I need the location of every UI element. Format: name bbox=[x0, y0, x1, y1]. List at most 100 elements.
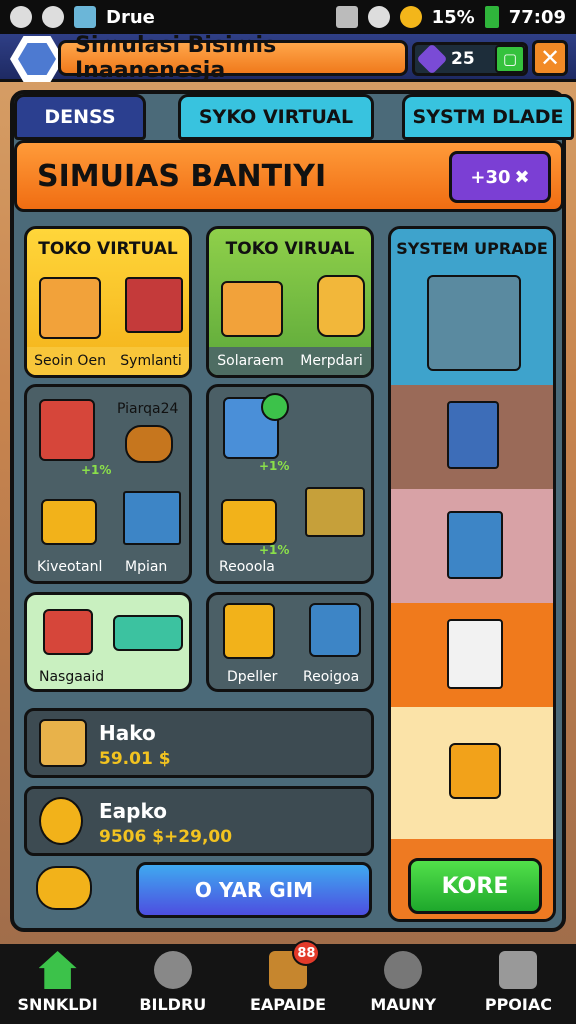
nav-compass[interactable]: MAUNY bbox=[346, 944, 461, 1024]
add-gems-button[interactable]: ▢ bbox=[495, 45, 525, 73]
puzzle-icon bbox=[499, 951, 538, 989]
boxes-icon bbox=[221, 281, 283, 337]
shop-icon bbox=[39, 277, 101, 339]
play-button[interactable]: O YAR GIM bbox=[136, 862, 372, 918]
nav-label: BILDRU bbox=[139, 995, 207, 1014]
books-icon bbox=[123, 491, 181, 545]
strip-left: Seoin Oen bbox=[34, 353, 106, 369]
photo-icon bbox=[74, 6, 96, 28]
app-logo-icon bbox=[10, 36, 64, 82]
alarm-icon bbox=[367, 6, 390, 28]
upgrade-slot-3[interactable] bbox=[391, 603, 553, 707]
bonus-label: +30 bbox=[470, 166, 511, 188]
shelf-icon bbox=[39, 399, 95, 461]
item-label: Piarqa24 bbox=[117, 401, 179, 417]
server-icon bbox=[447, 401, 499, 469]
crate-icon bbox=[39, 719, 87, 767]
section-title: SIMUIAS BANTIYI bbox=[37, 159, 327, 194]
upgrade-slot-1[interactable] bbox=[391, 385, 553, 489]
items-card-a[interactable]: Piarqa24 +1% Kiveotanl Mpian bbox=[24, 384, 192, 584]
pct-badge-top: +1% bbox=[259, 459, 290, 473]
chest-icon bbox=[449, 743, 501, 799]
more-button[interactable]: KORE bbox=[408, 858, 542, 914]
pct-badge: +1% bbox=[81, 463, 112, 477]
upgrade-header[interactable]: SYSTEM UPRADE bbox=[391, 229, 553, 385]
items-card-b[interactable]: +1% +1% Reooola bbox=[206, 384, 374, 584]
globe-icon bbox=[153, 951, 192, 989]
nav-chest[interactable]: 88 EAPAIDE bbox=[230, 940, 345, 1024]
basket-icon bbox=[125, 425, 173, 463]
clock-icon bbox=[42, 6, 64, 28]
nav-home[interactable]: SNNKLDI bbox=[0, 944, 115, 1024]
row-value: 59.01 $ bbox=[99, 749, 171, 769]
tab-syko-virtual[interactable]: SYKO VIRTUAL bbox=[178, 94, 374, 140]
key-icon bbox=[39, 797, 83, 845]
gem-counter[interactable]: 25 ▢ bbox=[412, 42, 528, 76]
resource-row[interactable]: Hako 59.01 $ bbox=[24, 708, 374, 778]
upgrade-slot-2[interactable] bbox=[391, 489, 553, 603]
strip-right: Symlanti bbox=[120, 353, 182, 369]
clock-text: 77:09 bbox=[508, 6, 566, 28]
section-header: SIMUIAS BANTIYI +30 ✖ bbox=[14, 140, 564, 212]
storage-icon bbox=[447, 511, 503, 579]
cart-icon bbox=[305, 487, 365, 537]
upgrade-title: SYSTEM UPRADE bbox=[396, 239, 548, 258]
card-title: TOKO VIRUAL bbox=[225, 239, 355, 259]
nfc-icon bbox=[335, 6, 358, 28]
nav-puzzle[interactable]: PPOIAC bbox=[461, 944, 576, 1024]
title-bar: Simulasi Bisimis Inaanenesja 25 ▢ ✕ bbox=[0, 33, 576, 83]
check-coin-icon bbox=[261, 393, 289, 421]
gems-pile-icon bbox=[36, 866, 92, 910]
nav-label: PPOIAC bbox=[484, 995, 552, 1014]
items-card-d[interactable]: Dpeller Reoigoa bbox=[206, 592, 374, 692]
status-bar: Drue 15% 77:09 bbox=[0, 0, 576, 34]
item-label-left: Dpeller bbox=[227, 669, 278, 685]
item-label-left: Kiveotanl bbox=[37, 559, 103, 575]
gem-icon bbox=[416, 43, 448, 75]
item-label-right: Reoigoa bbox=[303, 669, 360, 685]
signal-text: 15% bbox=[431, 6, 475, 28]
cart-icon bbox=[125, 277, 183, 333]
money-jar-icon bbox=[317, 275, 365, 337]
close-button[interactable]: ✕ bbox=[532, 40, 568, 76]
card-title: TOKO VIRTUAL bbox=[38, 239, 178, 259]
app-title: Simulasi Bisimis Inaanenesja bbox=[58, 33, 408, 83]
carrier-text: Drue bbox=[106, 6, 155, 28]
coin-icon bbox=[399, 6, 422, 28]
item-label: Nasgaaid bbox=[39, 669, 105, 685]
status-left: Drue bbox=[10, 6, 155, 28]
bottom-nav: SNNKLDI BILDRU 88 EAPAIDE MAUNY PPOIAC bbox=[0, 940, 576, 1024]
row-value: 9506 $+29,00 bbox=[99, 827, 233, 847]
notification-badge: 88 bbox=[292, 940, 321, 966]
status-right: 15% 77:09 bbox=[335, 6, 566, 28]
toko-virual-card[interactable]: TOKO VIRUAL Solaraem Merpdari bbox=[206, 226, 374, 378]
nav-label: EAPAIDE bbox=[249, 995, 327, 1014]
phone-icon bbox=[113, 615, 183, 651]
resource-row[interactable]: Eapko 9506 $+29,00 bbox=[24, 786, 374, 856]
nav-label: SNNKLDI bbox=[17, 995, 98, 1014]
safe-icon bbox=[221, 499, 277, 545]
items-card-c[interactable]: Nasgaaid bbox=[24, 592, 192, 692]
row-name: Hako bbox=[99, 721, 156, 745]
tab-bar: DENSS SYKO VIRTUAL SYSTM DLADE bbox=[10, 94, 574, 140]
battery-icon bbox=[484, 6, 499, 28]
card-strip: Solaraem Merpdari bbox=[209, 347, 371, 375]
gem-count: 25 bbox=[451, 49, 475, 69]
upgrade-slot-4[interactable] bbox=[391, 707, 553, 839]
tab-denss[interactable]: DENSS bbox=[14, 94, 146, 140]
nav-label: MAUNY bbox=[370, 995, 437, 1014]
nav-globe[interactable]: BILDRU bbox=[115, 944, 230, 1024]
bonus-button[interactable]: +30 ✖ bbox=[449, 151, 551, 203]
pct-badge-bottom: +1% bbox=[259, 543, 290, 557]
card-strip: Seoin Oen Symlanti bbox=[27, 347, 189, 375]
tools-icon: ✖ bbox=[514, 166, 530, 188]
row-name: Eapko bbox=[99, 799, 167, 823]
tab-system[interactable]: SYSTM DLADE bbox=[402, 94, 574, 140]
upgrade-box-icon bbox=[427, 275, 521, 371]
shield-icon bbox=[10, 6, 32, 28]
toko-virtual-card[interactable]: TOKO VIRTUAL Seoin Oen Symlanti bbox=[24, 226, 192, 378]
system-upgrade-panel: SYSTEM UPRADE bbox=[388, 226, 556, 922]
strip-left: Solaraem bbox=[217, 353, 284, 369]
item-label-right: Mpian bbox=[125, 559, 168, 575]
compass-icon bbox=[384, 951, 423, 989]
